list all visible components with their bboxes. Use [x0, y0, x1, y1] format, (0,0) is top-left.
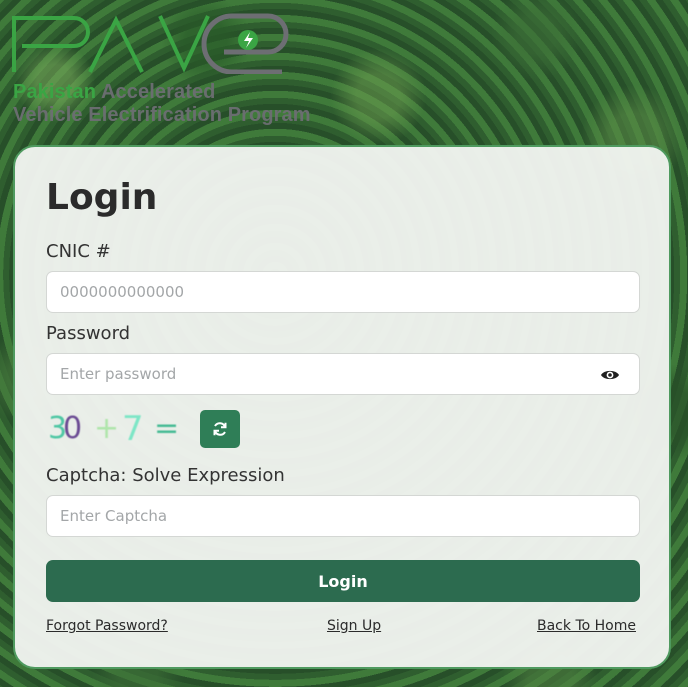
pave-logo-icon [12, 13, 289, 74]
captcha-refresh-button[interactable] [200, 410, 240, 448]
eye-icon[interactable] [600, 368, 620, 382]
sign-up-link[interactable]: Sign Up [327, 618, 381, 634]
brand-tagline-highlight: Pakistan [13, 81, 97, 103]
refresh-icon [213, 422, 227, 436]
cnic-label: CNIC # [46, 241, 111, 262]
login-button[interactable]: Login [46, 560, 640, 602]
captcha-label: Captcha: Solve Expression [46, 465, 285, 486]
brand-tagline-line2: Vehicle Electrification Program [13, 104, 311, 126]
back-to-home-link[interactable]: Back To Home [537, 618, 636, 634]
captcha-digit-2: 0 [63, 411, 83, 446]
brand-tagline-line1: Pakistan Accelerated [13, 81, 216, 104]
captcha-operator: + [94, 411, 120, 446]
brand-tagline-rest: Accelerated [96, 81, 216, 103]
password-input[interactable] [46, 353, 640, 395]
brand-header: Pakistan Accelerated Vehicle Electrifica… [12, 4, 352, 128]
captcha-equals: = [154, 411, 180, 446]
forgot-password-link[interactable]: Forgot Password? [46, 618, 168, 634]
login-card: Login CNIC # Password 3 0 + 7 = Captcha:… [13, 145, 671, 669]
captcha-image: 3 0 + 7 = [46, 409, 181, 449]
page-title: Login [46, 177, 158, 218]
captcha-digit-3: 7 [122, 409, 144, 449]
cnic-input[interactable] [46, 271, 640, 313]
captcha-input[interactable] [46, 495, 640, 537]
password-label: Password [46, 323, 131, 344]
